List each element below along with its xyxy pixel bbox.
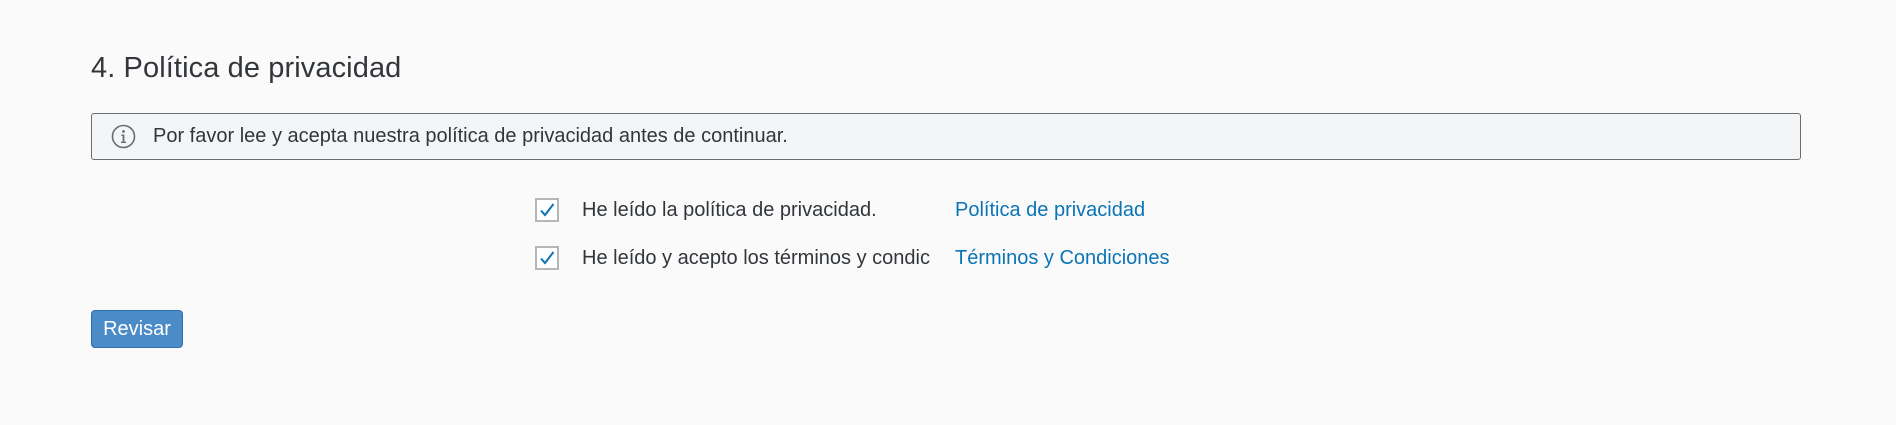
checkmark-icon [540, 251, 555, 265]
terms-consent-label: He leído y acepto los términos y condic [582, 246, 930, 269]
privacy-policy-checkbox[interactable] [535, 198, 559, 222]
info-message-strip: Por favor lee y acepta nuestra política … [91, 113, 1801, 160]
privacy-policy-consent-row: He leído la política de privacidad. Polí… [535, 194, 1145, 226]
review-button[interactable]: Revisar [91, 310, 183, 348]
info-message-text: Por favor lee y acepta nuestra política … [153, 125, 788, 147]
page-title: 4. Política de privacidad [91, 52, 402, 84]
privacy-policy-consent-label: He leído la política de privacidad. [582, 198, 877, 221]
checkmark-icon [540, 203, 555, 217]
terms-checkbox[interactable] [535, 246, 559, 270]
terms-and-conditions-link[interactable]: Términos y Condiciones [955, 247, 1170, 270]
privacy-policy-link[interactable]: Política de privacidad [955, 199, 1145, 222]
info-icon [111, 124, 136, 149]
terms-consent-row: He leído y acepto los términos y condic … [535, 242, 1170, 274]
